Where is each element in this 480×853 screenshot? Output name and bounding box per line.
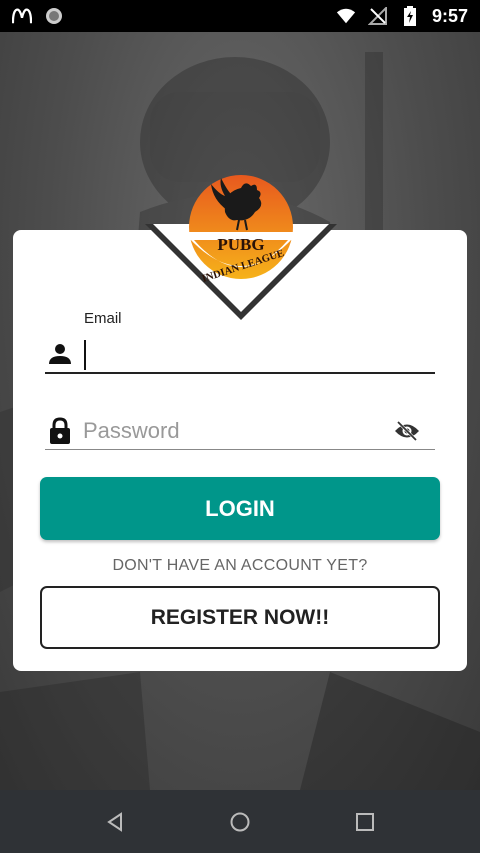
status-right: 9:57 [336,6,468,27]
wifi-icon [336,6,356,26]
email-field-row [45,336,435,374]
login-button[interactable]: LOGIN [40,477,440,540]
lock-icon [45,416,75,446]
password-field-row [45,412,435,450]
circle-notification-icon [44,6,64,26]
pubg-indian-league-logo: PUBG INDIAN LEAGUE [145,172,337,322]
text-cursor [84,340,86,370]
status-bar: 9:57 [0,0,480,32]
mcdonalds-notification-icon [12,6,32,26]
password-field[interactable] [83,412,393,449]
eye-off-icon[interactable] [393,417,421,445]
home-icon[interactable] [225,807,255,837]
status-left [12,6,64,26]
back-icon[interactable] [100,807,130,837]
navigation-bar [0,790,480,853]
logo-line1: PUBG [217,235,264,254]
person-icon [45,339,75,369]
no-account-text: DON'T HAVE AN ACCOUNT YET? [112,557,368,574]
battery-charging-icon [400,6,420,26]
recents-icon[interactable] [350,807,380,837]
status-time: 9:57 [431,5,468,26]
email-label: Email [84,310,122,327]
register-button[interactable]: REGISTER NOW!! [40,586,440,649]
email-field[interactable] [83,336,435,372]
no-signal-icon [367,6,388,26]
